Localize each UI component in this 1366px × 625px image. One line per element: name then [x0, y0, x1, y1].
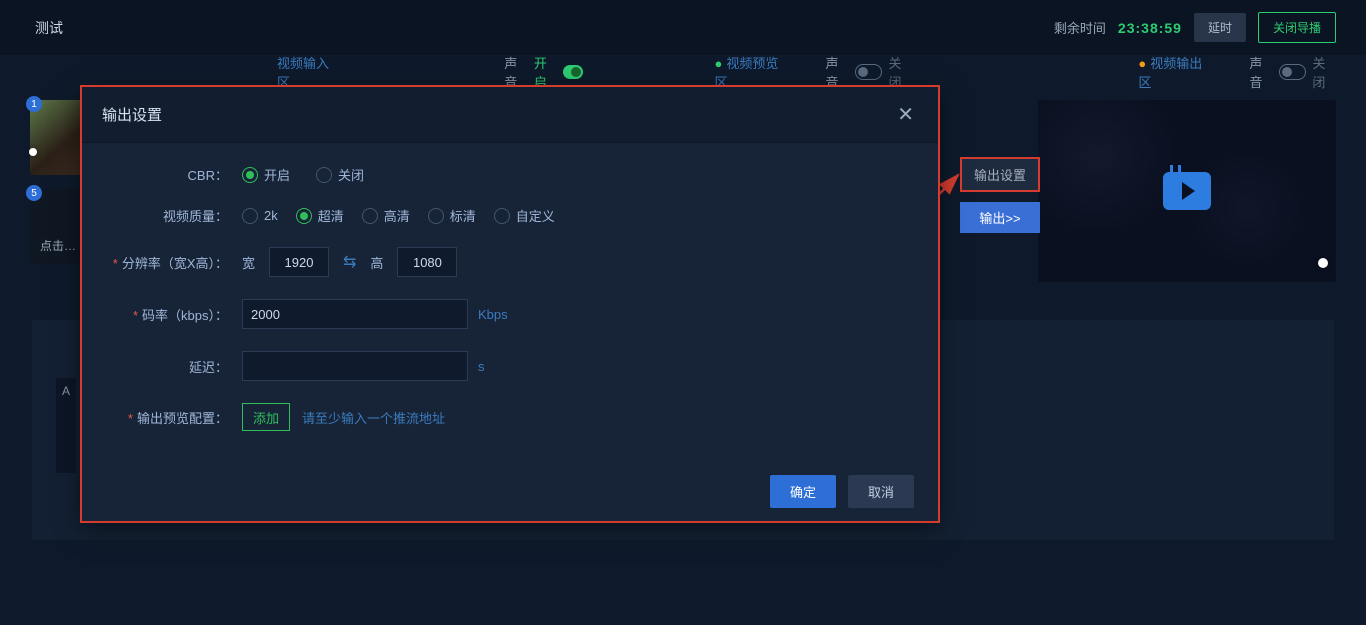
height-sublabel: 高	[370, 253, 383, 272]
stream-hint: 请至少输入一个推流地址	[302, 408, 445, 427]
output-settings-modal: 输出设置 ✕ CBR： 开启 关闭 视频质量： 2k 超清 高清 标清 自定义 …	[82, 87, 938, 521]
close-icon[interactable]: ✕	[897, 105, 914, 125]
output-button[interactable]: 输出>>	[960, 202, 1040, 233]
section-row: 视频输入区 声音 开启 视频预览区 声音 关闭 视频输出区 声音 关闭	[0, 55, 1366, 89]
sound-label-3: 声音	[1249, 53, 1273, 91]
close-director-button[interactable]: 关闭导播	[1258, 12, 1336, 43]
preview-sound-toggle[interactable]	[855, 64, 882, 80]
delay-unit: s	[478, 359, 485, 374]
cbr-label: CBR：	[112, 165, 242, 184]
input-sound-toggle[interactable]	[563, 65, 583, 79]
quality-super-radio[interactable]: 超清	[296, 206, 344, 225]
radio-text: 标清	[450, 206, 476, 225]
play-icon	[1163, 172, 1211, 210]
add-stream-button[interactable]: 添加	[242, 403, 290, 431]
delay-label: 延迟：	[112, 357, 242, 376]
remaining-time-label: 剩余时间	[1054, 18, 1106, 37]
modal-header: 输出设置 ✕	[82, 87, 938, 143]
width-input[interactable]	[269, 247, 329, 277]
radio-text: 超清	[318, 206, 344, 225]
radio-text: 自定义	[516, 206, 555, 225]
thumbnail-slider-handle[interactable]	[29, 148, 37, 156]
thumbnail-click-label: 点击…	[40, 237, 76, 254]
topbar: 测试 剩余时间 23:38:59 延时 关闭导播	[0, 0, 1366, 55]
radio-text: 关闭	[338, 165, 364, 184]
output-preview-panel	[1038, 100, 1336, 282]
cbr-on-radio[interactable]: 开启	[242, 165, 290, 184]
output-settings-button[interactable]: 输出设置	[960, 157, 1040, 192]
modal-title: 输出设置	[102, 104, 162, 125]
modal-footer: 确定 取消	[82, 461, 938, 521]
swap-icon[interactable]: ⇆	[343, 252, 356, 272]
bitrate-input[interactable]	[242, 299, 468, 329]
sound-status-off-2: 关闭	[1312, 53, 1336, 91]
page-title: 测试	[35, 18, 63, 38]
output-sound-toggle[interactable]	[1279, 64, 1306, 80]
quality-2k-radio[interactable]: 2k	[242, 208, 278, 224]
video-preview-section-label: 视频预览区	[714, 53, 784, 91]
thumbnail-number: 1	[26, 96, 42, 112]
cancel-button[interactable]: 取消	[848, 475, 914, 508]
bitrate-label: *码率（kbps）：	[112, 305, 242, 324]
thumbnail-5[interactable]: 5 点击…	[30, 189, 85, 264]
quality-hd-radio[interactable]: 高清	[362, 206, 410, 225]
sound-label-2: 声音	[825, 53, 849, 91]
cbr-off-radio[interactable]: 关闭	[316, 165, 364, 184]
quality-sd-radio[interactable]: 标清	[428, 206, 476, 225]
quality-custom-radio[interactable]: 自定义	[494, 206, 555, 225]
bottom-panel-a-label: A	[56, 378, 76, 473]
video-input-section-label: 视频输入区	[277, 53, 336, 91]
delay-button[interactable]: 延时	[1194, 13, 1246, 42]
quality-label: 视频质量：	[112, 206, 242, 225]
sound-label-1: 声音	[504, 53, 528, 91]
sound-status-on: 开启	[534, 53, 558, 91]
thumbnail-column: 1 5 点击…	[30, 100, 90, 278]
ok-button[interactable]: 确定	[770, 475, 836, 508]
delay-input[interactable]	[242, 351, 468, 381]
remaining-time-value: 23:38:59	[1118, 20, 1182, 36]
thumbnail-1[interactable]: 1	[30, 100, 85, 175]
video-output-section-label: 视频输出区	[1138, 53, 1208, 91]
sound-status-off-1: 关闭	[888, 53, 912, 91]
radio-text: 开启	[264, 165, 290, 184]
radio-text: 高清	[384, 206, 410, 225]
width-sublabel: 宽	[242, 253, 255, 272]
thumbnail-number: 5	[26, 185, 42, 201]
height-input[interactable]	[397, 247, 457, 277]
bitrate-unit: Kbps	[478, 307, 508, 322]
preview-config-label: *输出预览配置：	[112, 408, 242, 427]
resolution-label: *分辨率（宽X高）：	[112, 253, 242, 272]
radio-text: 2k	[264, 208, 278, 223]
output-slider-handle[interactable]	[1318, 258, 1328, 268]
